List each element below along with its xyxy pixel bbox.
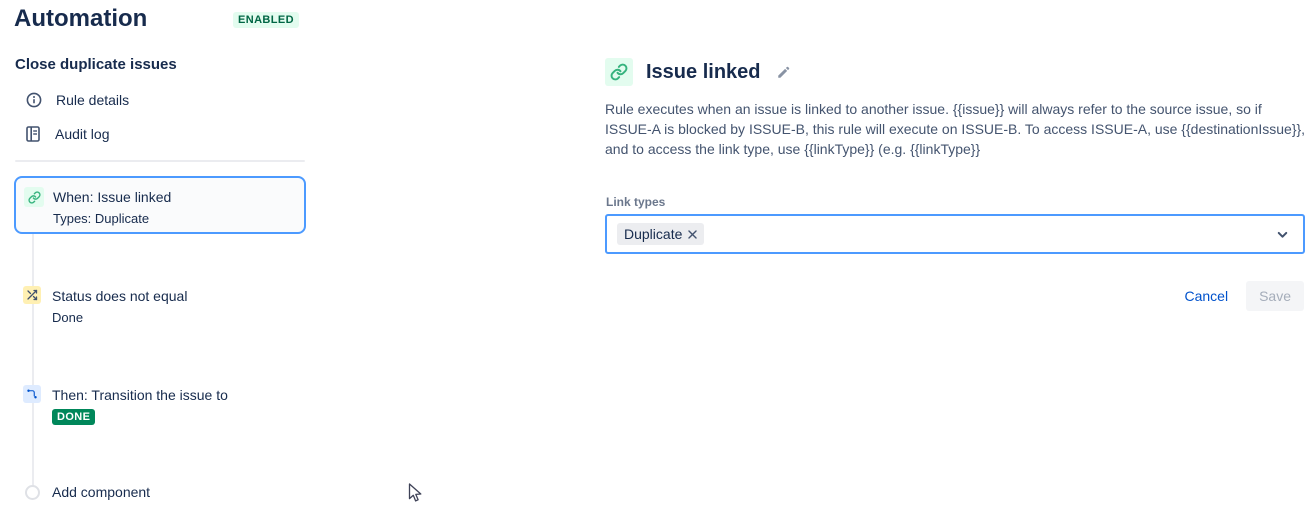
sidebar-item-label: Audit log xyxy=(55,126,109,142)
component-title: When: Issue linked xyxy=(53,187,171,207)
rule-name: Close duplicate issues xyxy=(15,56,177,73)
pencil-icon xyxy=(776,65,791,80)
divider xyxy=(15,160,305,162)
add-component-label: Add component xyxy=(52,484,150,500)
save-button[interactable]: Save xyxy=(1246,281,1304,311)
mouse-cursor xyxy=(408,483,424,508)
link-icon xyxy=(605,58,633,86)
transition-icon xyxy=(23,385,41,403)
rule-component-condition-status[interactable]: Status does not equal Done xyxy=(23,286,187,329)
sidebar-item-audit-log[interactable]: Audit log xyxy=(26,126,109,142)
link-icon xyxy=(24,187,44,207)
page-title: Automation xyxy=(14,5,147,33)
add-component-button[interactable]: Add component xyxy=(25,484,150,500)
info-icon xyxy=(26,92,42,108)
component-subtitle: Done xyxy=(52,306,187,329)
component-detail-title: Issue linked xyxy=(646,61,761,84)
edit-title-button[interactable] xyxy=(776,65,791,80)
add-component-circle-icon xyxy=(25,485,40,500)
audit-log-icon xyxy=(26,126,41,142)
shuffle-icon xyxy=(23,286,41,304)
link-types-select[interactable]: Duplicate xyxy=(605,214,1305,254)
tag-label: Duplicate xyxy=(624,226,682,242)
chevron-down-icon[interactable] xyxy=(1275,227,1293,242)
close-icon xyxy=(686,228,699,241)
rule-component-trigger-issue-linked[interactable]: When: Issue linked Types: Duplicate xyxy=(14,176,306,234)
sidebar-item-label: Rule details xyxy=(56,92,129,108)
link-types-label: Link types xyxy=(606,195,665,209)
component-description: Rule executes when an issue is linked to… xyxy=(605,99,1307,159)
rule-component-action-transition[interactable]: Then: Transition the issue to DONE xyxy=(23,385,228,425)
component-title: Then: Transition the issue to xyxy=(52,385,228,405)
component-title: Status does not equal xyxy=(52,286,187,306)
status-lozenge-done: DONE xyxy=(52,409,95,425)
component-subtitle: Types: Duplicate xyxy=(53,207,171,230)
component-detail-header: Issue linked xyxy=(605,58,791,86)
rule-chain-connector xyxy=(32,200,34,492)
cancel-button[interactable]: Cancel xyxy=(1172,282,1240,310)
sidebar-item-rule-details[interactable]: Rule details xyxy=(26,92,129,108)
remove-tag-button[interactable] xyxy=(685,227,700,242)
selected-tag-duplicate: Duplicate xyxy=(617,223,704,245)
status-badge: ENABLED xyxy=(233,12,299,28)
form-actions: Cancel Save xyxy=(1172,281,1304,311)
